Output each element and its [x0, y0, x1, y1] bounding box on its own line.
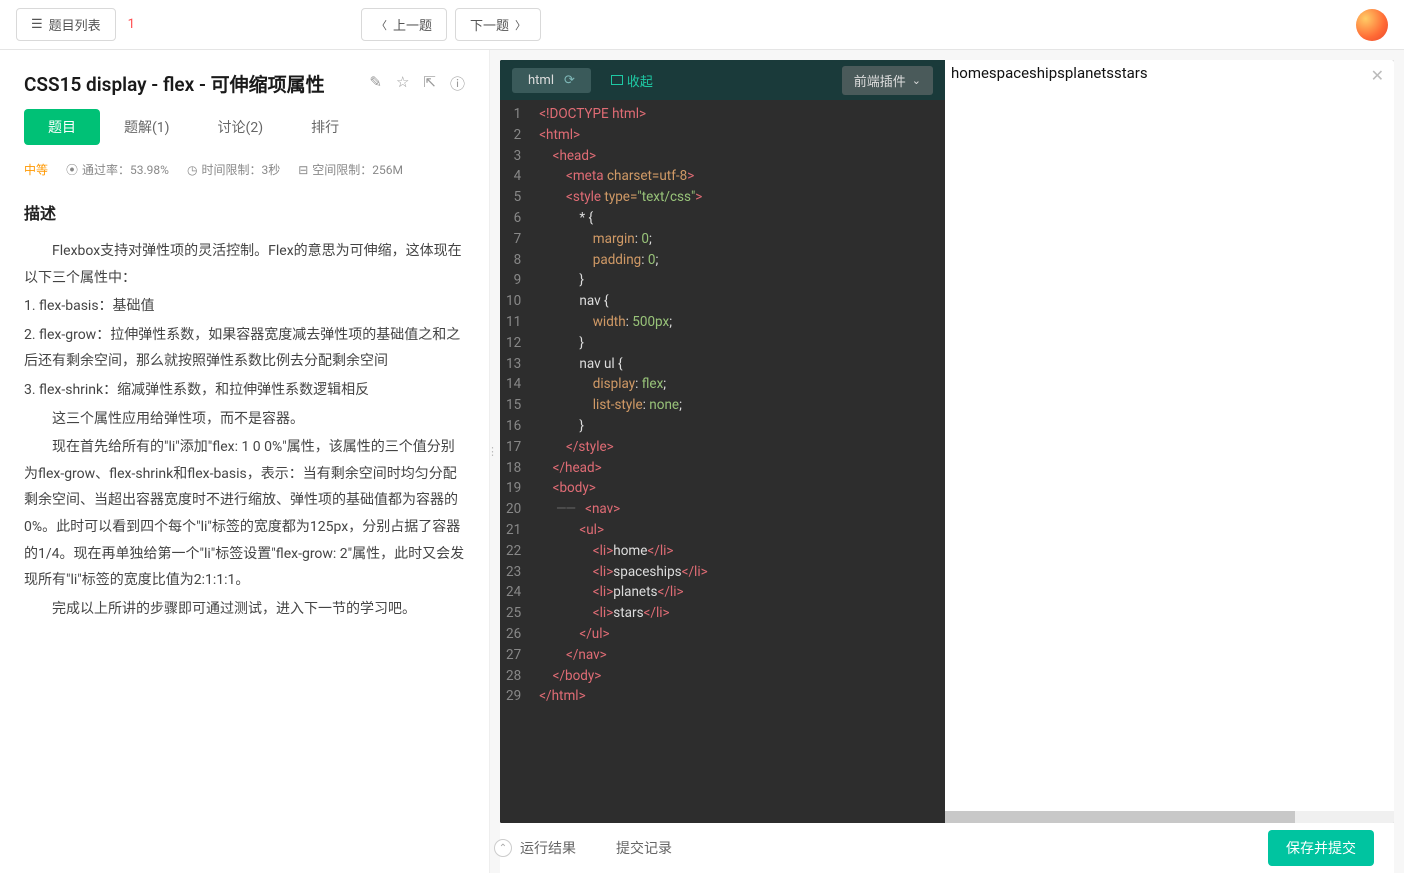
tab-problem[interactable]: 题目: [24, 109, 100, 145]
tab-solution[interactable]: 题解(1): [100, 109, 194, 145]
collapse-label: 收起: [627, 71, 653, 90]
lang-label: html: [528, 73, 554, 88]
title-actions: ✎ ☆ ⇱ ⓘ: [369, 73, 465, 94]
close-icon[interactable]: ✕: [1371, 66, 1384, 85]
editor-pane: ⋮ html ⟳ 收起 前端插件 ⌄: [490, 50, 1404, 873]
list-icon: ☰: [31, 17, 43, 32]
pass-rate: ⦿通过率：53.98%: [66, 161, 169, 178]
info-icon[interactable]: ⓘ: [450, 73, 465, 94]
prev-label: 上一题: [393, 15, 432, 34]
difficulty-badge: 中等: [24, 161, 48, 178]
desc-p1: Flexbox支持对弹性项的灵活控制。Flex的意思为可伸缩，这体现在以下三个属…: [24, 238, 465, 291]
tab-discuss[interactable]: 讨论(2): [194, 109, 288, 145]
chevron-down-icon: ⌄: [912, 74, 921, 87]
chevron-up-icon: ⌃: [499, 843, 507, 854]
plugins-label: 前端插件: [854, 71, 906, 90]
code-area[interactable]: 1234567891011121314151617181920212223242…: [500, 100, 945, 823]
refresh-icon[interactable]: ⟳: [564, 73, 575, 88]
desc-p7: 完成以上所讲的步骤即可通过测试，进入下一节的学习吧。: [24, 596, 465, 623]
star-icon[interactable]: ☆: [396, 73, 409, 94]
top-bar: ☰ 题目列表 1 〈 上一题 下一题 〉: [0, 0, 1404, 50]
question-list-button[interactable]: ☰ 题目列表: [16, 8, 116, 41]
code-editor: html ⟳ 收起 前端插件 ⌄ 12345678910111213141516…: [500, 60, 945, 823]
share-icon[interactable]: ⇱: [423, 73, 436, 94]
split-handle[interactable]: ⌃: [494, 839, 512, 857]
check-icon: ⦿: [66, 161, 78, 178]
collapse-icon: [611, 75, 623, 85]
tab-submit-log[interactable]: 提交记录: [616, 838, 672, 858]
desc-p2: 1. flex-basis：基础值: [24, 293, 465, 320]
submit-button[interactable]: 保存并提交: [1268, 830, 1374, 866]
preview-scrollbar[interactable]: [945, 811, 1394, 823]
description-body: Flexbox支持对弹性项的灵活控制。Flex的意思为可伸缩，这体现在以下三个属…: [24, 238, 465, 622]
chevron-right-icon: 〉: [515, 17, 526, 33]
editor-header: html ⟳ 收起 前端插件 ⌄: [500, 60, 945, 100]
scrollbar-thumb[interactable]: [945, 811, 1295, 823]
line-gutter: 1234567891011121314151617181920212223242…: [500, 100, 531, 823]
notification-badge: 1: [128, 17, 135, 32]
desc-p5: 这三个属性应用给弹性项，而不是容器。: [24, 406, 465, 433]
chevron-left-icon: 〈: [376, 17, 387, 33]
main: CSS15 display - flex - 可伸缩项属性 ✎ ☆ ⇱ ⓘ 题目…: [0, 50, 1404, 873]
space-limit: ⊟空间限制：256M: [298, 161, 403, 178]
lang-tab-html[interactable]: html ⟳: [512, 68, 591, 93]
db-icon: ⊟: [298, 163, 308, 177]
code-lines[interactable]: <!DOCTYPE html><html> <head> <meta chars…: [531, 100, 716, 823]
edit-icon[interactable]: ✎: [369, 73, 382, 94]
title-row: CSS15 display - flex - 可伸缩项属性 ✎ ☆ ⇱ ⓘ: [24, 70, 465, 97]
next-label: 下一题: [470, 15, 509, 34]
avatar[interactable]: [1356, 9, 1388, 41]
problem-pane: CSS15 display - flex - 可伸缩项属性 ✎ ☆ ⇱ ⓘ 题目…: [0, 50, 490, 873]
question-list-label: 题目列表: [49, 15, 101, 34]
collapse-button[interactable]: 收起: [611, 71, 653, 90]
bottom-bar: ⌃ 运行结果 提交记录 保存并提交: [500, 823, 1394, 873]
problem-meta: 中等 ⦿通过率：53.98% ◷时间限制：3秒 ⊟空间限制：256M: [24, 161, 465, 178]
next-question-button[interactable]: 下一题 〉: [455, 8, 541, 41]
desc-p3: 2. flex-grow：拉伸弹性系数，如果容器宽度减去弹性项的基础值之和之后还…: [24, 322, 465, 375]
desc-p4: 3. flex-shrink：缩减弹性系数，和拉伸弹性系数逻辑相反: [24, 377, 465, 404]
description-heading: 描述: [24, 200, 465, 224]
tab-rank[interactable]: 排行: [287, 109, 363, 145]
split-dots-icon[interactable]: ⋮: [487, 445, 496, 458]
top-left-group: ☰ 题目列表 1 〈 上一题 下一题 〉: [16, 8, 541, 41]
desc-p6: 现在首先给所有的"li"添加"flex: 1 0 0%"属性，该属性的三个值分别…: [24, 434, 465, 594]
problem-tabs: 题目 题解(1) 讨论(2) 排行: [24, 109, 465, 145]
clock-icon: ◷: [187, 163, 197, 177]
editor-wrap: html ⟳ 收起 前端插件 ⌄ 12345678910111213141516…: [500, 60, 1394, 823]
tab-run-result[interactable]: 运行结果: [520, 838, 576, 858]
preview-panel: ✕ homespaceshipsplanetsstars: [945, 60, 1394, 823]
prev-question-button[interactable]: 〈 上一题: [361, 8, 447, 41]
preview-output: homespaceshipsplanetsstars: [945, 60, 1394, 86]
plugins-button[interactable]: 前端插件 ⌄: [842, 66, 933, 95]
time-limit: ◷时间限制：3秒: [187, 161, 280, 178]
problem-title: CSS15 display - flex - 可伸缩项属性: [24, 70, 325, 97]
